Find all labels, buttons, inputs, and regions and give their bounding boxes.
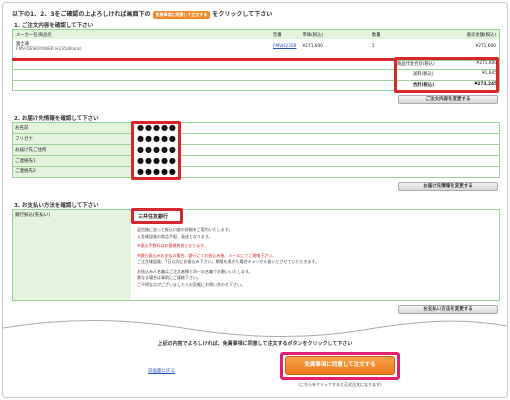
intro-button-image: 免責事項に同意して注文する (152, 10, 211, 19)
col-header-price: 単価(税込) (302, 32, 324, 38)
change-payment-button[interactable]: お支払い方法を変更する (398, 305, 498, 314)
item-price: ¥271,600 (302, 43, 324, 49)
change-order-button[interactable]: ご注文内容を変更する (398, 95, 498, 104)
delivery-value-address: ●●●●● (137, 145, 177, 154)
delivery-label-contact1: ご連絡先1 (15, 159, 36, 164)
delivery-value-kana: ●●●●● (137, 134, 177, 143)
submit-note: (こちらをクリックすると正式注文になります) (298, 382, 382, 387)
section1-title: 1. ご注文内容を確認して下さい (14, 23, 94, 29)
delivery-value-name: ●●●●● (137, 123, 177, 132)
col-header-product: メーカー名/商品名 (16, 32, 52, 38)
delivery-label-contact2: ご連絡先2 (15, 169, 36, 174)
summary-highlight-box (394, 57, 499, 93)
col-header-model: 型番 (273, 32, 282, 38)
bank-name: 三井住友銀行 (138, 214, 169, 220)
delivery-value-contact2: ●●●●● (137, 167, 177, 176)
item-highlight-line (12, 58, 394, 61)
payment-note-2: 入金確認後の商品手配、発送となります。 (137, 233, 213, 239)
payment-notes: 返信後に追って振込口座の詳細をご案内いたします。 入金確認後の商品手配、発送とな… (137, 227, 487, 288)
order-table: メーカー名/商品名 型番 単価(税込) 数量 販売金額(税込) 富士通 FMV-… (13, 30, 499, 53)
item-total: ¥271,600 (475, 43, 496, 49)
delivery-label-kana: フリガナ (15, 137, 33, 142)
footer-instruction: 上記の内容でよろしければ、免責事項に同意して注文するボタンをクリックして下さい (157, 341, 353, 347)
wavy-divider (3, 320, 507, 338)
item-cell: 富士通 FMV-DESKPOWER H235(Black) (13, 39, 163, 53)
delivery-value-contact1: ●●●●● (137, 156, 177, 165)
intro-line: 以下の1、2、3をご確認の上よろしければ画面下の 免責事項に同意して注文する をクリ… (12, 9, 272, 19)
intro-prefix: 以下の1、2、3をご確認の上よろしければ画面下の (12, 11, 151, 18)
bank-highlight-box: 三井住友銀行 (131, 208, 183, 224)
payment-table: 銀行振込(先払い) 返信後に追って振込口座の詳細をご案内いたします。 入金確認後… (12, 209, 500, 301)
delivery-label-name: お名前 (15, 126, 29, 131)
delivery-label-address: お届け先ご住所 (15, 148, 47, 153)
section2-title: 2. お届け先情報を確認して下さい (14, 116, 99, 122)
item-qty: 1 (371, 43, 375, 49)
payment-note-8: ご不明な点がございましたらお気軽にお問い合わせ下さい。 (137, 281, 245, 287)
payment-note-5: ご注文確認後、7日以内にお振込み下さい。期限を過ぎた場合キャンセル扱いとさせてい… (137, 259, 320, 264)
payment-note-3: ※振込手数料はお客様負担となります。 (137, 243, 208, 248)
section3-title: 3. お支払い方法を確認して下さい (14, 203, 99, 209)
back-link[interactable]: 前画面に戻る (148, 368, 175, 374)
payment-method-label: 銀行振込(先払い) (15, 213, 51, 218)
intro-suffix: をクリックして下さい (212, 11, 273, 18)
col-header-qty: 数量 (371, 32, 381, 38)
submit-order-button[interactable]: 免責事項に同意して注文する (285, 356, 395, 375)
change-delivery-button[interactable]: お届け先情報を変更する (398, 182, 498, 191)
col-header-total: 販売金額(税込) (466, 32, 496, 38)
item-name: FMV-DESKPOWER H235(Black) (16, 46, 82, 52)
item-model-link[interactable]: FMVH235B (163, 39, 300, 53)
delivery-table: お名前 フリガナ お届け先ご住所 ご連絡先1 ご連絡先2 (12, 122, 500, 178)
delivery-values-highlight: ●●●●● ●●●●● ●●●●● ●●●●● ●●●●● (131, 121, 181, 180)
